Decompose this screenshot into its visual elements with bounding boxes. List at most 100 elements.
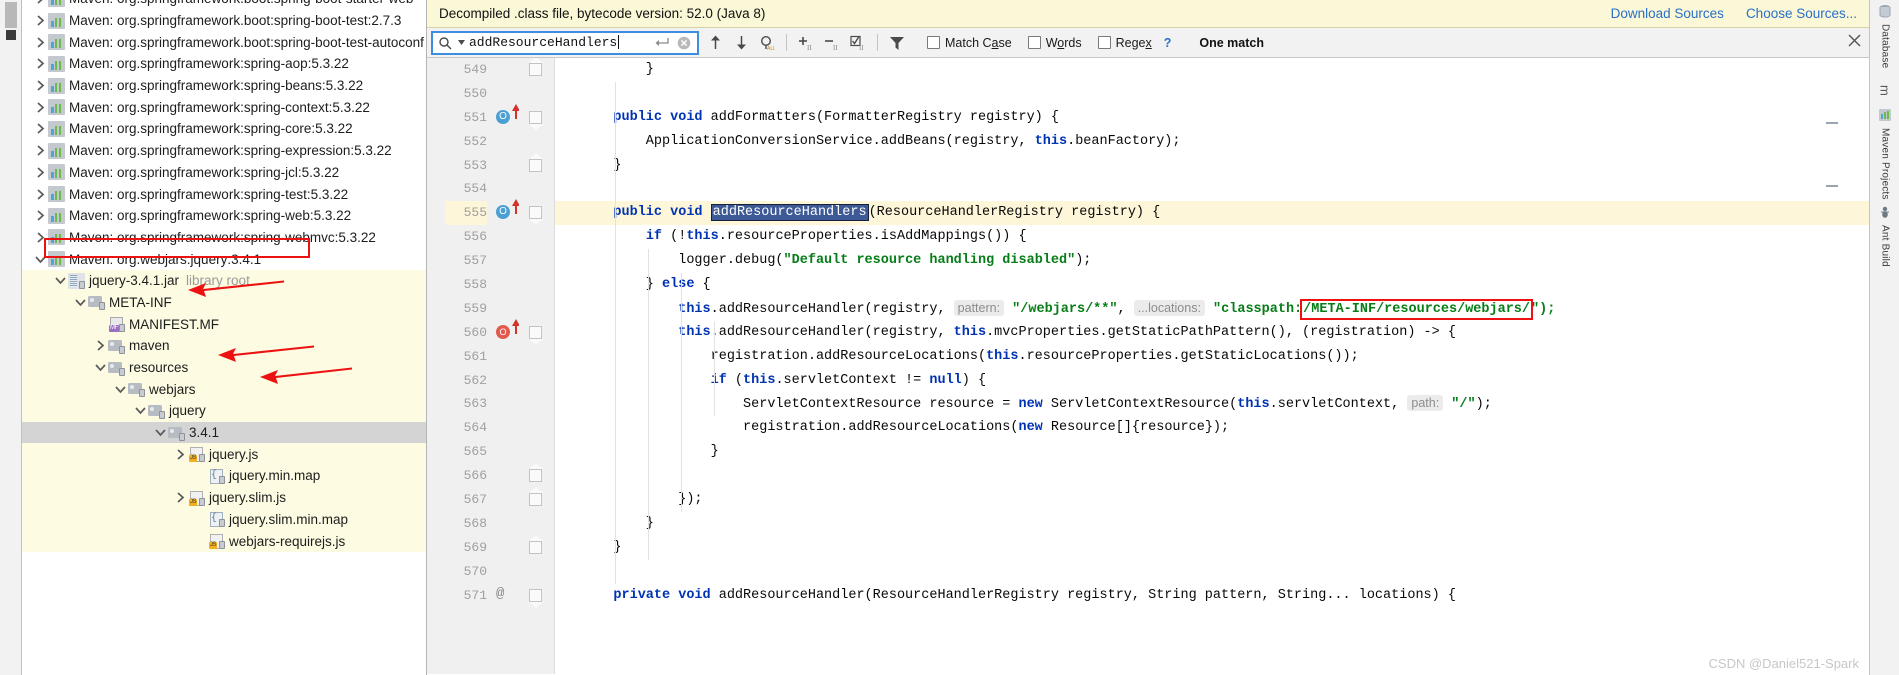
rail-item-maven-m[interactable]: m (1870, 85, 1899, 96)
chevron-down-icon[interactable] (52, 273, 68, 289)
tree-row[interactable]: Maven: org.springframework:spring-contex… (22, 96, 426, 118)
chevron-right-icon[interactable] (32, 186, 48, 202)
chevron-down-icon[interactable] (112, 381, 128, 397)
code-line[interactable]: } (555, 58, 1869, 82)
tree-row[interactable]: jquery (22, 400, 426, 422)
chevron-down-icon[interactable] (92, 360, 108, 376)
tree-row[interactable]: jquery.slim.min.map (22, 508, 426, 531)
annotation-gutter-icon[interactable]: @ (496, 586, 504, 602)
code-line[interactable]: } (555, 512, 1869, 536)
download-sources-link[interactable]: Download Sources (1611, 6, 1724, 21)
toggle-selection-icon[interactable]: II (848, 32, 868, 54)
tree-row[interactable]: Maven: org.webjars:jquery:3.4.1 (22, 248, 426, 270)
chevron-down-icon[interactable] (32, 251, 48, 267)
code-line[interactable]: } (555, 440, 1869, 464)
code-line[interactable]: } (555, 536, 1869, 560)
tree-row[interactable]: Maven: org.springframework.boot:spring-b… (22, 10, 426, 32)
code-line[interactable] (555, 464, 1869, 488)
tree-row[interactable]: jquery.slim.js (22, 486, 426, 509)
chevron-right-icon[interactable] (32, 229, 48, 245)
chevron-right-icon[interactable] (32, 164, 48, 180)
close-find-icon[interactable] (1848, 34, 1861, 50)
code-line[interactable]: this.addResourceHandler(registry, patter… (555, 297, 1869, 321)
code-line[interactable] (555, 82, 1869, 106)
tree-row[interactable]: jquery-3.4.1.jar library root (22, 269, 426, 292)
fold-marker[interactable] (529, 110, 543, 130)
tree-row[interactable]: Maven: org.springframework:spring-beans:… (22, 75, 426, 97)
fold-marker[interactable] (529, 58, 543, 76)
chevron-right-icon[interactable] (32, 78, 48, 94)
code-line[interactable]: this.addResourceHandler(registry, this.m… (555, 321, 1869, 345)
regex-checkbox[interactable]: Regex (1097, 36, 1152, 50)
filter-icon[interactable] (887, 32, 907, 54)
tree-row[interactable]: Maven: org.springframework:spring-expres… (22, 140, 426, 162)
chevron-down-icon[interactable] (72, 294, 88, 310)
fold-marker[interactable] (529, 206, 543, 226)
code-line[interactable]: public void addResourceHandlers (Resource… (555, 201, 1869, 226)
code-line[interactable]: registration.addResourceLocations(this.r… (555, 345, 1869, 369)
tree-row[interactable]: META-INF (22, 291, 426, 314)
code-line[interactable]: }); (555, 488, 1869, 512)
tree-row[interactable]: resources (22, 356, 426, 379)
implementing-method-gutter-icon[interactable]: O (496, 324, 510, 339)
tree-row[interactable]: webjars-requirejs.js (22, 530, 426, 552)
code-line[interactable]: logger.debug("Default resource handling … (555, 249, 1869, 273)
chevron-right-icon[interactable] (32, 56, 48, 72)
rail-item-maven-projects[interactable]: Maven Projects (1870, 108, 1899, 200)
search-history-chevron-icon[interactable] (457, 32, 465, 54)
clear-search-icon[interactable] (675, 32, 693, 54)
tree-row[interactable]: Maven: org.springframework:spring-aop:5.… (22, 53, 426, 75)
tree-row[interactable]: jquery.js (22, 443, 426, 466)
code-line[interactable]: public void addFormatters(FormatterRegis… (555, 106, 1869, 130)
select-all-occurrences-icon[interactable]: ALL (757, 32, 777, 54)
search-query-text[interactable]: addResourceHandlers (469, 35, 649, 50)
chevron-right-icon[interactable] (32, 208, 48, 224)
tree-row[interactable]: Maven: org.springframework:spring-test:5… (22, 183, 426, 205)
tree-row[interactable]: webjars (22, 378, 426, 401)
tree-row[interactable]: Maven: org.springframework:spring-core:5… (22, 118, 426, 140)
tree-row[interactable]: maven (22, 335, 426, 357)
code-line[interactable]: private void addResourceHandler(Resource… (555, 584, 1869, 608)
tree-row[interactable]: Maven: org.springframework:spring-webmvc… (22, 227, 426, 249)
code-line[interactable]: registration.addResourceLocations(new Re… (555, 416, 1869, 440)
choose-sources-link[interactable]: Choose Sources... (1746, 6, 1857, 21)
next-occurrence-icon[interactable] (731, 32, 751, 54)
tree-row[interactable]: Maven: org.springframework.boot:spring-b… (22, 0, 426, 10)
fold-marker[interactable] (529, 535, 543, 554)
code-line[interactable] (555, 177, 1869, 201)
tree-row[interactable]: MANIFEST.MF (22, 313, 426, 335)
code-content[interactable]: } public void addFormatters(FormatterReg… (555, 58, 1869, 674)
tree-row[interactable]: Maven: org.springframework:spring-web:5.… (22, 205, 426, 227)
words-checkbox[interactable]: Words (1027, 36, 1082, 50)
find-help-icon[interactable]: ? (1164, 36, 1172, 50)
tree-row[interactable]: jquery.min.map (22, 465, 426, 487)
words-box[interactable] (1027, 36, 1041, 49)
code-editor-area[interactable]: 549 550 551 552 553 554 555 556 557 558 559 560 561 5… (427, 58, 1869, 674)
gutter-markers[interactable]: O O O @ (493, 58, 520, 674)
project-tree-panel[interactable]: Maven: org.springframework.boot:spring-b… (22, 0, 426, 675)
chevron-right-icon[interactable] (172, 446, 188, 462)
code-line[interactable]: } (555, 154, 1869, 178)
rail-item-database[interactable]: Database (1870, 4, 1899, 68)
fold-marker[interactable] (529, 152, 543, 172)
chevron-right-icon[interactable] (172, 490, 188, 506)
fold-marker[interactable] (529, 463, 543, 483)
search-input[interactable]: addResourceHandlers (431, 30, 699, 55)
code-line[interactable]: if (!this.resourceProperties.isAddMappin… (555, 225, 1869, 249)
fold-marker[interactable] (529, 588, 543, 608)
chevron-right-icon[interactable] (32, 34, 48, 50)
chevron-down-icon[interactable] (132, 403, 148, 419)
chevron-right-icon[interactable] (32, 0, 48, 7)
chevron-right-icon[interactable] (92, 338, 108, 354)
chevron-right-icon[interactable] (32, 13, 48, 29)
code-line[interactable]: ServletContextResource resource = new Se… (555, 392, 1869, 416)
code-line[interactable]: ApplicationConversionService.addBeans(re… (555, 130, 1869, 154)
chevron-right-icon[interactable] (32, 143, 48, 159)
enter-icon[interactable] (653, 32, 671, 54)
chevron-down-icon[interactable] (152, 425, 168, 441)
code-line[interactable] (555, 560, 1869, 584)
code-line[interactable]: } else { (555, 273, 1869, 297)
remove-line-icon[interactable]: II (822, 32, 842, 54)
override-method-gutter-icon[interactable]: O (496, 109, 510, 124)
chevron-right-icon[interactable] (32, 99, 48, 115)
